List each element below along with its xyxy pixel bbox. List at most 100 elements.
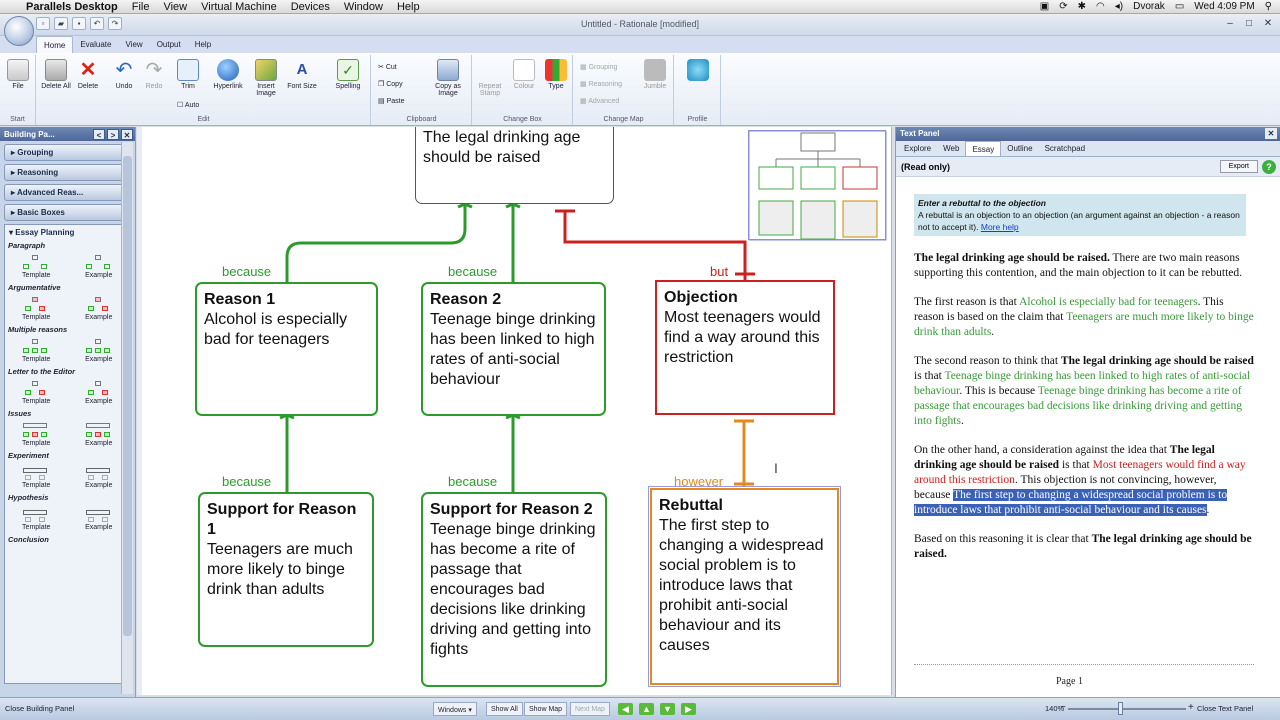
- contention-box[interactable]: The legal drinking age should be raised: [415, 127, 614, 204]
- trim-button[interactable]: Trim: [173, 59, 203, 90]
- clock[interactable]: Wed 4:09 PM: [1194, 1, 1254, 12]
- app-menu-button[interactable]: [4, 16, 34, 46]
- battery-icon[interactable]: ▭: [1175, 1, 1184, 12]
- template-item[interactable]: Template: [11, 255, 61, 279]
- spotlight-icon[interactable]: ⚲: [1265, 1, 1272, 12]
- help-icon[interactable]: ?: [1262, 160, 1276, 174]
- map-overview[interactable]: [748, 130, 887, 241]
- jumble-button[interactable]: Jumble: [640, 59, 670, 90]
- wifi-icon[interactable]: ◠: [1096, 1, 1105, 12]
- prev-icon[interactable]: <: [93, 128, 105, 140]
- minimize-icon[interactable]: –: [1222, 17, 1238, 31]
- tab-web[interactable]: Web: [937, 141, 965, 156]
- reason1-box[interactable]: Reason 1 Alcohol is especially bad for t…: [195, 282, 378, 416]
- close-building-panel-button[interactable]: Close Building Panel: [5, 704, 74, 713]
- rebuttal-box[interactable]: Rebuttal The first step to changing a wi…: [648, 486, 841, 687]
- file-button[interactable]: File: [3, 59, 33, 90]
- example-item[interactable]: Example: [74, 255, 124, 279]
- template-item[interactable]: Template: [11, 339, 61, 363]
- objection-box[interactable]: Objection Most teenagers would find a wa…: [655, 280, 835, 415]
- zoom-slider-knob[interactable]: [1118, 702, 1123, 715]
- reasoning-button[interactable]: ▦ Reasoning: [580, 80, 622, 88]
- tab-help[interactable]: Help: [188, 36, 218, 53]
- close-window-icon[interactable]: ✕: [1260, 17, 1276, 31]
- template-item[interactable]: Template: [11, 423, 61, 447]
- menu-file[interactable]: File: [132, 1, 150, 13]
- profile-button[interactable]: [683, 59, 713, 83]
- spelling-button[interactable]: ✓ Spelling: [333, 59, 363, 90]
- vm-status-icon[interactable]: ▣: [1040, 1, 1049, 12]
- export-button[interactable]: Export: [1219, 160, 1258, 173]
- auto-checkbox[interactable]: ☐ Auto: [177, 101, 199, 109]
- example-item[interactable]: Example: [74, 465, 124, 489]
- paste-button[interactable]: ▤ Paste: [378, 97, 404, 105]
- scrollbar-thumb[interactable]: [123, 156, 132, 636]
- grouping-button[interactable]: ▦ Grouping: [580, 63, 617, 71]
- next-icon[interactable]: >: [107, 128, 119, 140]
- arrow-right-icon[interactable]: ▶: [681, 703, 696, 715]
- tab-view[interactable]: View: [118, 36, 149, 53]
- arrow-down-icon[interactable]: ▼: [660, 703, 675, 715]
- category-basic-boxes[interactable]: ▸ Basic Boxes: [4, 204, 131, 221]
- hyperlink-button[interactable]: Hyperlink: [213, 59, 243, 90]
- show-all-button[interactable]: Show All: [486, 702, 523, 716]
- template-item[interactable]: Template: [11, 507, 61, 531]
- font-size-button[interactable]: A Font Size: [287, 59, 317, 90]
- tab-home[interactable]: Home: [36, 36, 74, 53]
- maximize-icon[interactable]: □: [1241, 17, 1257, 31]
- category-reasoning[interactable]: ▸ Reasoning: [4, 164, 131, 181]
- template-item[interactable]: Template: [11, 465, 61, 489]
- more-help-link[interactable]: More help: [981, 222, 1019, 232]
- windows-dropdown[interactable]: Windows ▾: [433, 702, 477, 716]
- colour-button[interactable]: Colour: [509, 59, 539, 90]
- zoom-slider[interactable]: [1068, 708, 1186, 710]
- zoom-out-icon[interactable]: −: [1060, 702, 1066, 713]
- essay-planning-header[interactable]: ▾ Essay Planning: [5, 225, 130, 237]
- menu-help[interactable]: Help: [397, 1, 420, 13]
- tab-scratchpad[interactable]: Scratchpad: [1039, 141, 1091, 156]
- bluetooth-icon[interactable]: ✱: [1078, 1, 1086, 12]
- undo-button[interactable]: ↶ Undo: [109, 59, 139, 90]
- example-item[interactable]: Example: [74, 297, 124, 321]
- menu-app-name[interactable]: Parallels Desktop: [26, 1, 118, 13]
- reason2-box[interactable]: Reason 2 Teenage binge drinking has been…: [421, 282, 606, 416]
- category-grouping[interactable]: ▸ Grouping: [4, 144, 131, 161]
- next-map-button[interactable]: Next Map: [570, 702, 610, 716]
- example-item[interactable]: Example: [74, 381, 124, 405]
- template-item[interactable]: Template: [11, 297, 61, 321]
- example-item[interactable]: Example: [74, 507, 124, 531]
- support1-box[interactable]: Support for Reason 1 Teenagers are much …: [198, 492, 374, 647]
- tab-explore[interactable]: Explore: [898, 141, 937, 156]
- menu-window[interactable]: Window: [344, 1, 383, 13]
- repeat-stamp-button[interactable]: Repeat Stamp: [475, 59, 505, 97]
- sync-icon[interactable]: ⟳: [1059, 1, 1067, 12]
- menu-devices[interactable]: Devices: [291, 1, 330, 13]
- support2-box[interactable]: Support for Reason 2 Teenage binge drink…: [421, 492, 607, 687]
- volume-icon[interactable]: ◂): [1115, 1, 1123, 12]
- tab-essay[interactable]: Essay: [965, 141, 1002, 156]
- show-map-button[interactable]: Show Map: [524, 702, 568, 716]
- close-text-panel-button[interactable]: Close Text Panel: [1197, 704, 1253, 713]
- arrow-up-icon[interactable]: ▲: [639, 703, 654, 715]
- insert-image-button[interactable]: Insert Image: [251, 59, 281, 97]
- menu-virtual-machine[interactable]: Virtual Machine: [201, 1, 277, 13]
- arrow-left-icon[interactable]: ◀: [618, 703, 633, 715]
- building-panel-scrollbar[interactable]: [121, 142, 133, 694]
- example-item[interactable]: Example: [74, 339, 124, 363]
- delete-all-button[interactable]: Delete All: [41, 59, 71, 90]
- tab-outline[interactable]: Outline: [1001, 141, 1038, 156]
- tab-evaluate[interactable]: Evaluate: [73, 36, 118, 53]
- advanced-button[interactable]: ▦ Advanced: [580, 97, 619, 105]
- example-item[interactable]: Example: [74, 423, 124, 447]
- close-panel-icon[interactable]: ✕: [121, 128, 133, 140]
- template-item[interactable]: Template: [11, 381, 61, 405]
- copy-button[interactable]: ❐ Copy: [378, 80, 403, 88]
- cut-button[interactable]: ✂ Cut: [378, 63, 397, 71]
- essay-text[interactable]: The legal drinking age should be raised.…: [914, 251, 1254, 576]
- redo-button[interactable]: ↷ Redo: [139, 59, 169, 90]
- copy-as-image-button[interactable]: Copy as Image: [430, 59, 466, 97]
- tab-output[interactable]: Output: [150, 36, 188, 53]
- zoom-in-icon[interactable]: +: [1188, 702, 1194, 713]
- category-advanced-reasoning[interactable]: ▸ Advanced Reas...: [4, 184, 131, 201]
- keyboard-layout-label[interactable]: Dvorak: [1133, 1, 1165, 12]
